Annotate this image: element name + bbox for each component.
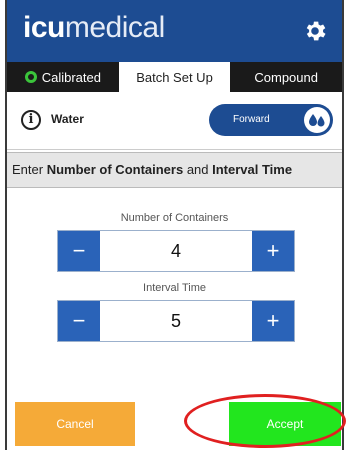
containers-minus-button[interactable]: − <box>58 231 100 271</box>
instruction-prefix: Enter <box>12 162 47 177</box>
logo: icumedical <box>23 10 165 46</box>
tab-calibrated[interactable]: Calibrated <box>7 62 119 92</box>
tab-compound[interactable]: Compound <box>230 62 342 92</box>
tab-batch-set-up[interactable]: Batch Set Up <box>118 62 231 92</box>
containers-stepper: − 4 + <box>57 230 295 272</box>
interval-minus-button[interactable]: − <box>58 301 100 341</box>
interval-label: Interval Time <box>143 282 206 294</box>
logo-text-bold: icu <box>23 11 65 44</box>
tab-bar: Calibrated Batch Set Up Compound <box>7 62 342 92</box>
toggle-knob <box>304 107 330 133</box>
containers-label: Number of Containers <box>120 212 229 224</box>
direction-label: Forward <box>233 114 270 125</box>
logo-text-light: medical <box>64 11 165 44</box>
instruction-interval: Interval Time <box>212 162 293 177</box>
app-header: icumedical <box>7 0 342 62</box>
app-frame: icumedical Calibrated Batch Set Up Compo… <box>5 0 344 450</box>
instruction-containers: Number of Containers <box>46 162 184 177</box>
instruction-banner: Enter Number of Containers and Interval … <box>7 152 342 188</box>
direction-toggle[interactable]: Forward <box>209 104 333 136</box>
fluid-info-row: i Water Forward <box>7 92 342 150</box>
interval-plus-button[interactable]: + <box>252 301 294 341</box>
containers-value[interactable]: 4 <box>100 231 252 271</box>
status-dot-icon <box>24 71 37 83</box>
droplets-icon <box>309 114 325 127</box>
interval-value[interactable]: 5 <box>100 301 252 341</box>
gear-icon[interactable] <box>302 18 328 44</box>
tab-compound-label: Compound <box>254 69 318 85</box>
info-icon[interactable]: i <box>21 110 41 130</box>
instruction-middle: and <box>183 162 213 177</box>
tab-batch-set-up-label: Batch Set Up <box>136 69 213 85</box>
fluid-name: Water <box>51 112 84 126</box>
tab-calibrated-label: Calibrated <box>41 69 101 85</box>
accept-button[interactable]: Accept <box>229 402 341 446</box>
containers-plus-button[interactable]: + <box>252 231 294 271</box>
cancel-button[interactable]: Cancel <box>15 402 135 446</box>
interval-stepper: − 5 + <box>57 300 295 342</box>
